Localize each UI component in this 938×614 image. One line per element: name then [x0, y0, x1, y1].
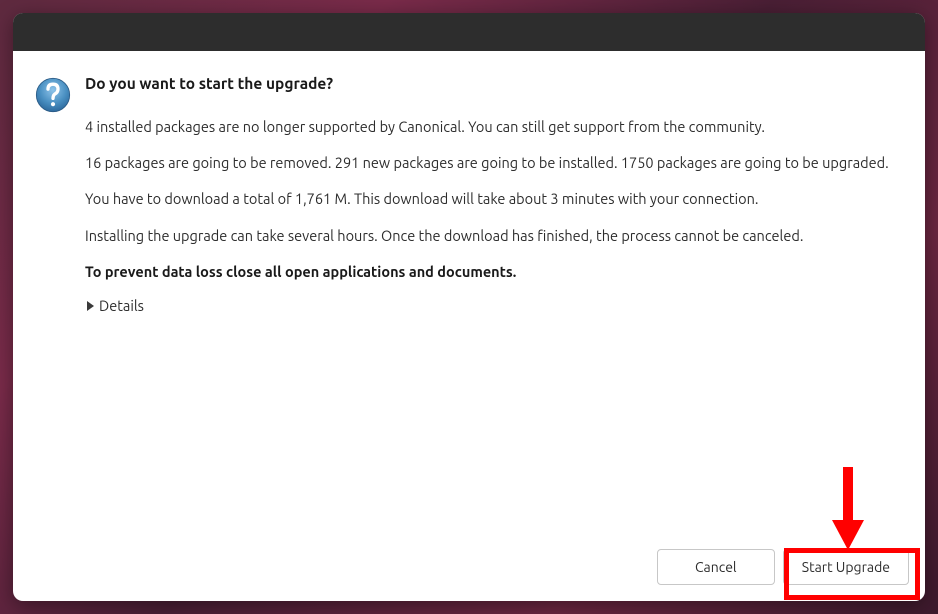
button-bar: Cancel Start Upgrade — [13, 535, 925, 601]
start-upgrade-button[interactable]: Start Upgrade — [783, 549, 909, 585]
details-label: Details — [99, 296, 144, 316]
info-download: You have to download a total of 1,761 M.… — [85, 189, 905, 209]
info-packages: 16 packages are going to be removed. 291… — [85, 153, 905, 173]
icon-column — [33, 73, 85, 535]
info-unsupported: 4 installed packages are no longer suppo… — [85, 117, 905, 137]
details-expander[interactable]: Details — [85, 296, 905, 316]
triangle-right-icon — [87, 301, 94, 311]
info-installing: Installing the upgrade can take several … — [85, 226, 905, 246]
info-warning: To prevent data loss close all open appl… — [85, 262, 905, 282]
content-column: Do you want to start the upgrade? 4 inst… — [85, 73, 905, 535]
dialog-body: Do you want to start the upgrade? 4 inst… — [13, 51, 925, 535]
cancel-button[interactable]: Cancel — [657, 549, 775, 585]
dialog-title: Do you want to start the upgrade? — [85, 73, 905, 95]
upgrade-dialog: Do you want to start the upgrade? 4 inst… — [13, 13, 925, 601]
dialog-titlebar[interactable] — [13, 13, 925, 51]
question-icon — [33, 75, 73, 115]
